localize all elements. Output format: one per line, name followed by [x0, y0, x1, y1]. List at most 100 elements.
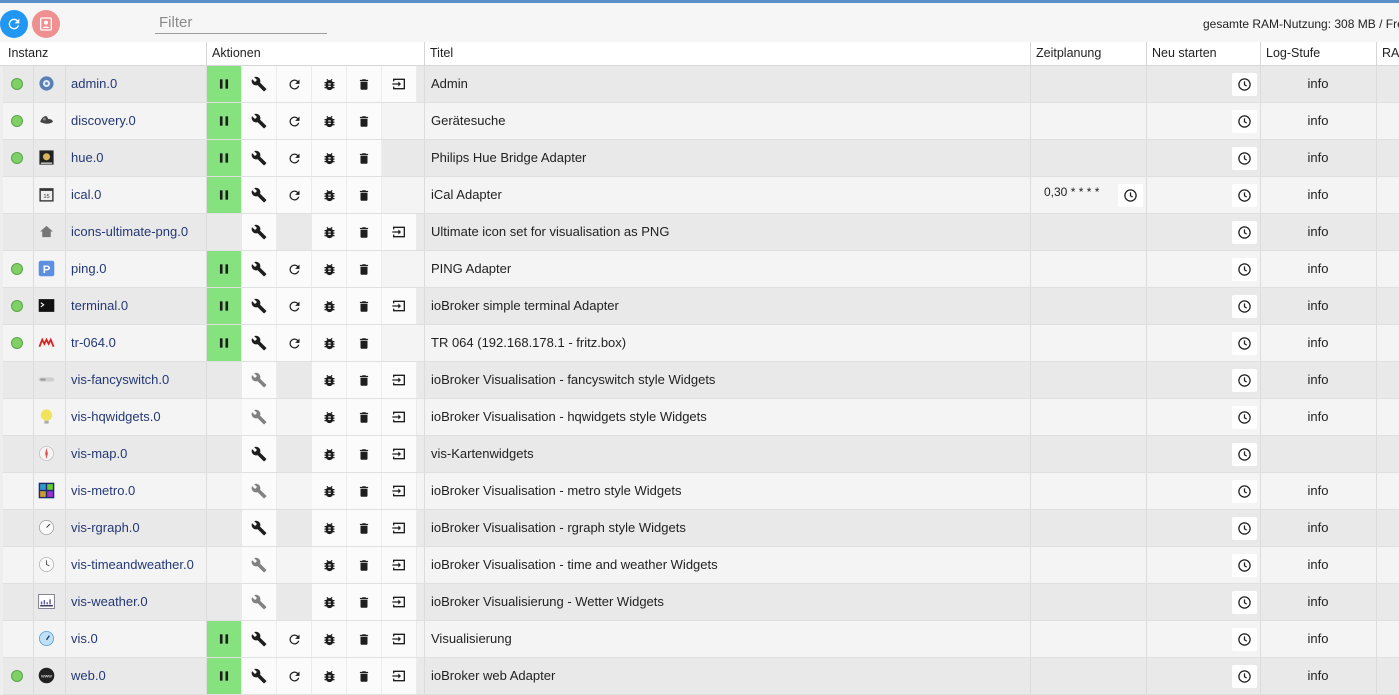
debug-button[interactable] — [312, 214, 347, 250]
delete-button[interactable] — [347, 473, 382, 509]
restart-schedule-button[interactable] — [1232, 369, 1257, 392]
delete-button[interactable] — [347, 547, 382, 583]
instance-name[interactable]: tr-064.0 — [71, 325, 116, 361]
instance-name[interactable]: hue.0 — [71, 140, 104, 176]
open-link-button[interactable] — [382, 288, 417, 324]
delete-button[interactable] — [347, 436, 382, 472]
restart-schedule-button[interactable] — [1232, 295, 1257, 318]
debug-button[interactable] — [312, 547, 347, 583]
settings-button[interactable] — [242, 436, 277, 472]
open-link-button[interactable] — [382, 399, 417, 435]
restart-schedule-button[interactable] — [1232, 406, 1257, 429]
reload-button[interactable] — [277, 66, 312, 102]
instance-name[interactable]: vis-rgraph.0 — [71, 510, 140, 546]
pause-button[interactable] — [207, 288, 242, 324]
settings-button[interactable] — [242, 288, 277, 324]
pause-button[interactable] — [207, 177, 242, 213]
settings-button[interactable] — [242, 658, 277, 694]
user-button[interactable] — [32, 10, 60, 38]
debug-button[interactable] — [312, 325, 347, 361]
instance-name[interactable]: vis-metro.0 — [71, 473, 135, 509]
delete-button[interactable] — [347, 103, 382, 139]
debug-button[interactable] — [312, 251, 347, 287]
column-header-instanz[interactable]: Instanz — [3, 42, 206, 65]
debug-button[interactable] — [312, 399, 347, 435]
log-level[interactable]: info — [1261, 658, 1375, 694]
log-level[interactable]: info — [1261, 547, 1375, 583]
instance-name[interactable]: ical.0 — [71, 177, 101, 213]
restart-schedule-button[interactable] — [1232, 184, 1257, 207]
settings-button[interactable] — [242, 510, 277, 546]
delete-button[interactable] — [347, 214, 382, 250]
log-level[interactable]: info — [1261, 251, 1375, 287]
log-level[interactable]: info — [1261, 177, 1375, 213]
instance-name[interactable]: ping.0 — [71, 251, 106, 287]
log-level[interactable]: info — [1261, 103, 1375, 139]
settings-button[interactable] — [242, 584, 277, 620]
restart-schedule-button[interactable] — [1232, 147, 1257, 170]
restart-schedule-button[interactable] — [1232, 517, 1257, 540]
delete-button[interactable] — [347, 362, 382, 398]
log-level[interactable]: info — [1261, 399, 1375, 435]
debug-button[interactable] — [312, 288, 347, 324]
column-header-zeitplanung[interactable]: Zeitplanung — [1030, 42, 1146, 65]
settings-button[interactable] — [242, 214, 277, 250]
restart-schedule-button[interactable] — [1232, 110, 1257, 133]
restart-schedule-button[interactable] — [1232, 591, 1257, 614]
delete-button[interactable] — [347, 288, 382, 324]
log-level[interactable]: info — [1261, 325, 1375, 361]
settings-button[interactable] — [242, 547, 277, 583]
instance-name[interactable]: vis.0 — [71, 621, 98, 657]
schedule-button[interactable] — [1118, 184, 1143, 207]
column-header-log-stufe[interactable]: Log-Stufe — [1260, 42, 1376, 65]
restart-schedule-button[interactable] — [1232, 480, 1257, 503]
settings-button[interactable] — [242, 251, 277, 287]
restart-schedule-button[interactable] — [1232, 628, 1257, 651]
pause-button[interactable] — [207, 140, 242, 176]
debug-button[interactable] — [312, 177, 347, 213]
debug-button[interactable] — [312, 103, 347, 139]
restart-schedule-button[interactable] — [1232, 443, 1257, 466]
instance-name[interactable]: vis-map.0 — [71, 436, 127, 472]
settings-button[interactable] — [242, 473, 277, 509]
restart-schedule-button[interactable] — [1232, 554, 1257, 577]
restart-schedule-button[interactable] — [1232, 73, 1257, 96]
column-header-aktionen[interactable]: Aktionen — [206, 42, 424, 65]
instance-name[interactable]: web.0 — [71, 658, 106, 694]
pause-button[interactable] — [207, 103, 242, 139]
delete-button[interactable] — [347, 621, 382, 657]
pause-button[interactable] — [207, 325, 242, 361]
reload-button[interactable] — [277, 325, 312, 361]
log-level[interactable]: info — [1261, 510, 1375, 546]
instance-name[interactable]: vis-timeandweather.0 — [71, 547, 194, 583]
log-level[interactable]: info — [1261, 473, 1375, 509]
column-header-neu-starten[interactable]: Neu starten — [1146, 42, 1260, 65]
open-link-button[interactable] — [382, 66, 417, 102]
pause-button[interactable] — [207, 66, 242, 102]
settings-button[interactable] — [242, 103, 277, 139]
debug-button[interactable] — [312, 510, 347, 546]
column-header-titel[interactable]: Titel — [424, 42, 1030, 65]
debug-button[interactable] — [312, 621, 347, 657]
delete-button[interactable] — [347, 66, 382, 102]
debug-button[interactable] — [312, 436, 347, 472]
open-link-button[interactable] — [382, 658, 417, 694]
delete-button[interactable] — [347, 140, 382, 176]
debug-button[interactable] — [312, 362, 347, 398]
restart-schedule-button[interactable] — [1232, 665, 1257, 688]
delete-button[interactable] — [347, 177, 382, 213]
delete-button[interactable] — [347, 510, 382, 546]
restart-schedule-button[interactable] — [1232, 221, 1257, 244]
reload-button[interactable] — [277, 177, 312, 213]
reload-button[interactable] — [277, 103, 312, 139]
debug-button[interactable] — [312, 66, 347, 102]
log-level[interactable]: info — [1261, 288, 1375, 324]
instance-name[interactable]: discovery.0 — [71, 103, 136, 139]
delete-button[interactable] — [347, 658, 382, 694]
pause-button[interactable] — [207, 251, 242, 287]
instance-name[interactable]: vis-fancyswitch.0 — [71, 362, 169, 398]
settings-button[interactable] — [242, 140, 277, 176]
open-link-button[interactable] — [382, 510, 417, 546]
open-link-button[interactable] — [382, 362, 417, 398]
reload-button[interactable] — [277, 251, 312, 287]
